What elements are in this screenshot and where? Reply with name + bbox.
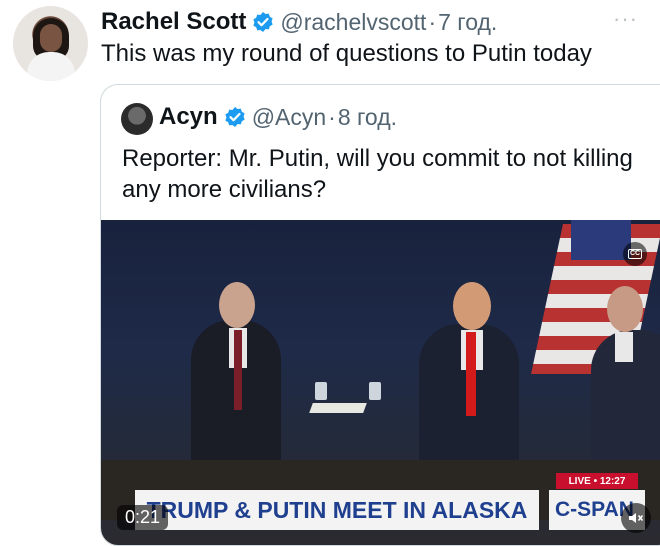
person-center-head bbox=[453, 282, 491, 330]
quote-time[interactable]: 8 год. bbox=[338, 104, 397, 131]
person-right-shirt bbox=[615, 332, 633, 362]
quote-avatar[interactable] bbox=[121, 103, 153, 135]
more-options-icon[interactable]: ··· bbox=[613, 6, 638, 32]
cc-label: CC bbox=[627, 249, 643, 259]
separator: · bbox=[328, 103, 336, 130]
papers bbox=[309, 403, 367, 413]
person-center-tie bbox=[466, 332, 476, 416]
tweet-text: This was my round of questions to Putin … bbox=[101, 40, 592, 67]
flag-canton bbox=[571, 220, 631, 260]
verified-badge-icon bbox=[253, 12, 273, 32]
tweet-header: Rachel Scott @rachelvscott · 7 год. bbox=[101, 8, 497, 36]
live-indicator: LIVE • 12:27 bbox=[556, 473, 638, 489]
news-banner: TRUMP & PUTIN MEET IN ALASKA bbox=[135, 490, 539, 530]
quote-text: Reporter: Mr. Putin, will you commit to … bbox=[122, 145, 633, 203]
author-name[interactable]: Rachel Scott bbox=[101, 8, 246, 36]
verified-badge-icon bbox=[225, 107, 245, 127]
person-left-tie bbox=[234, 330, 242, 410]
video-player[interactable]: CC LIVE • 12:27 TRUMP & PUTIN MEET IN AL… bbox=[101, 220, 660, 545]
person-right-head bbox=[607, 286, 643, 332]
glass-right bbox=[369, 382, 381, 400]
speaker-muted-icon[interactable] bbox=[621, 503, 651, 533]
person-left-head bbox=[219, 282, 255, 328]
quote-author-handle[interactable]: @Acyn bbox=[252, 104, 326, 131]
video-timer: 0:21 bbox=[117, 505, 169, 530]
avatar[interactable] bbox=[13, 6, 88, 81]
separator: · bbox=[428, 8, 437, 35]
captions-button[interactable]: CC bbox=[623, 242, 647, 266]
quoted-tweet[interactable]: Acyn @Acyn · 8 год. Reporter: Mr. Putin,… bbox=[100, 84, 660, 546]
speaker-muted-glyph bbox=[629, 513, 644, 523]
tweet-time[interactable]: 7 год. bbox=[438, 9, 497, 36]
quote-author-name[interactable]: Acyn bbox=[159, 103, 218, 131]
quote-header: Acyn @Acyn · 8 год. bbox=[159, 103, 397, 131]
avatar-face bbox=[40, 24, 62, 52]
author-handle[interactable]: @rachelvscott bbox=[280, 9, 426, 36]
avatar-body bbox=[27, 52, 75, 81]
glass-left bbox=[315, 382, 327, 400]
